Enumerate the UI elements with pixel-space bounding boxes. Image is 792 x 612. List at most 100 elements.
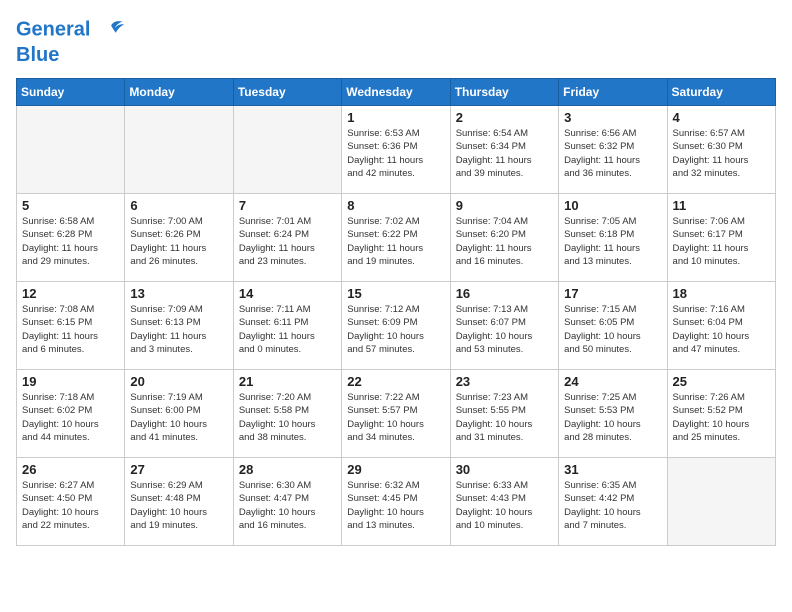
calendar-cell: 12Sunrise: 7:08 AM Sunset: 6:15 PM Dayli… bbox=[17, 282, 125, 370]
day-info: Sunrise: 7:06 AM Sunset: 6:17 PM Dayligh… bbox=[673, 215, 770, 268]
day-info: Sunrise: 6:33 AM Sunset: 4:43 PM Dayligh… bbox=[456, 479, 553, 532]
header-sunday: Sunday bbox=[17, 79, 125, 106]
calendar-cell: 20 Sunrise: 7:19 AM Sunset: 6:00 PM Dayli… bbox=[125, 370, 233, 458]
logo: General Blue bbox=[16, 16, 126, 66]
calendar-cell: 4 Sunrise: 6:57 AM Sunset: 6:30 PM Daylig… bbox=[667, 106, 775, 194]
logo-general: General bbox=[16, 18, 90, 40]
calendar-cell: 18 Sunrise: 7:16 AM Sunset: 6:04 PM Dayli… bbox=[667, 282, 775, 370]
logo-bird-icon bbox=[98, 16, 126, 44]
day-info: Sunrise: 6:32 AM Sunset: 4:45 PM Dayligh… bbox=[347, 479, 444, 532]
day-info: Sunrise: 7:26 AM Sunset: 5:52 PM Dayligh… bbox=[673, 391, 770, 444]
day-info: Sunrise: 7:02 AM Sunset: 6:22 PM Dayligh… bbox=[347, 215, 444, 268]
day-number: 19 bbox=[22, 374, 119, 389]
day-info: Sunrise: 6:27 AM Sunset: 4:50 PM Dayligh… bbox=[22, 479, 119, 532]
day-info: Sunrise: 6:58 AM Sunset: 6:28 PM Dayligh… bbox=[22, 215, 119, 268]
day-number: 14 bbox=[239, 286, 336, 301]
day-number: 23 bbox=[456, 374, 553, 389]
calendar-cell: 10 Sunrise: 7:05 AM Sunset: 6:18 PM Dayli… bbox=[559, 194, 667, 282]
day-number: 24 bbox=[564, 374, 661, 389]
calendar-cell: 17 Sunrise: 7:15 AM Sunset: 6:05 PM Dayli… bbox=[559, 282, 667, 370]
calendar-cell: 1 Sunrise: 6:53 AM Sunset: 6:36 PM Daylig… bbox=[342, 106, 450, 194]
day-number: 31 bbox=[564, 462, 661, 477]
day-number: 7 bbox=[239, 198, 336, 213]
week-row-2: 5 Sunrise: 6:58 AM Sunset: 6:28 PM Daylig… bbox=[17, 194, 776, 282]
day-info: Sunrise: 7:12 AM Sunset: 6:09 PM Dayligh… bbox=[347, 303, 444, 356]
day-number: 20 bbox=[130, 374, 227, 389]
calendar-cell bbox=[667, 458, 775, 546]
day-number: 15 bbox=[347, 286, 444, 301]
logo-blue: Blue bbox=[16, 44, 126, 66]
calendar-cell: 11Sunrise: 7:06 AM Sunset: 6:17 PM Dayli… bbox=[667, 194, 775, 282]
day-number: 6 bbox=[130, 198, 227, 213]
calendar-cell: 21 Sunrise: 7:20 AM Sunset: 5:58 PM Dayli… bbox=[233, 370, 341, 458]
day-info: Sunrise: 7:16 AM Sunset: 6:04 PM Dayligh… bbox=[673, 303, 770, 356]
day-number: 12 bbox=[22, 286, 119, 301]
day-number: 22 bbox=[347, 374, 444, 389]
day-number: 5 bbox=[22, 198, 119, 213]
day-info: Sunrise: 6:29 AM Sunset: 4:48 PM Dayligh… bbox=[130, 479, 227, 532]
day-number: 21 bbox=[239, 374, 336, 389]
day-info: Sunrise: 7:20 AM Sunset: 5:58 PM Dayligh… bbox=[239, 391, 336, 444]
header-row: SundayMondayTuesdayWednesdayThursdayFrid… bbox=[17, 79, 776, 106]
calendar-cell: 5 Sunrise: 6:58 AM Sunset: 6:28 PM Daylig… bbox=[17, 194, 125, 282]
calendar-cell: 7Sunrise: 7:01 AM Sunset: 6:24 PM Daylig… bbox=[233, 194, 341, 282]
day-info: Sunrise: 7:04 AM Sunset: 6:20 PM Dayligh… bbox=[456, 215, 553, 268]
calendar-cell: 23 Sunrise: 7:23 AM Sunset: 5:55 PM Dayli… bbox=[450, 370, 558, 458]
calendar-cell bbox=[233, 106, 341, 194]
day-info: Sunrise: 7:18 AM Sunset: 6:02 PM Dayligh… bbox=[22, 391, 119, 444]
day-info: Sunrise: 7:09 AM Sunset: 6:13 PM Dayligh… bbox=[130, 303, 227, 356]
day-info: Sunrise: 7:00 AM Sunset: 6:26 PM Dayligh… bbox=[130, 215, 227, 268]
day-info: Sunrise: 7:15 AM Sunset: 6:05 PM Dayligh… bbox=[564, 303, 661, 356]
calendar-cell: 31 Sunrise: 6:35 AM Sunset: 4:42 PM Dayli… bbox=[559, 458, 667, 546]
calendar-cell: 28 Sunrise: 6:30 AM Sunset: 4:47 PM Dayli… bbox=[233, 458, 341, 546]
calendar-cell: 15 Sunrise: 7:12 AM Sunset: 6:09 PM Dayli… bbox=[342, 282, 450, 370]
day-number: 18 bbox=[673, 286, 770, 301]
calendar-cell: 29 Sunrise: 6:32 AM Sunset: 4:45 PM Dayli… bbox=[342, 458, 450, 546]
day-number: 16 bbox=[456, 286, 553, 301]
day-number: 25 bbox=[673, 374, 770, 389]
day-info: Sunrise: 6:54 AM Sunset: 6:34 PM Dayligh… bbox=[456, 127, 553, 180]
calendar-cell: 30 Sunrise: 6:33 AM Sunset: 4:43 PM Dayli… bbox=[450, 458, 558, 546]
day-info: Sunrise: 7:23 AM Sunset: 5:55 PM Dayligh… bbox=[456, 391, 553, 444]
header-wednesday: Wednesday bbox=[342, 79, 450, 106]
day-info: Sunrise: 7:05 AM Sunset: 6:18 PM Dayligh… bbox=[564, 215, 661, 268]
calendar-cell: 27 Sunrise: 6:29 AM Sunset: 4:48 PM Dayli… bbox=[125, 458, 233, 546]
day-number: 3 bbox=[564, 110, 661, 125]
day-number: 9 bbox=[456, 198, 553, 213]
day-info: Sunrise: 6:57 AM Sunset: 6:30 PM Dayligh… bbox=[673, 127, 770, 180]
day-info: Sunrise: 7:22 AM Sunset: 5:57 PM Dayligh… bbox=[347, 391, 444, 444]
day-number: 17 bbox=[564, 286, 661, 301]
week-row-1: 1 Sunrise: 6:53 AM Sunset: 6:36 PM Daylig… bbox=[17, 106, 776, 194]
day-number: 10 bbox=[564, 198, 661, 213]
calendar-cell bbox=[17, 106, 125, 194]
week-row-5: 26Sunrise: 6:27 AM Sunset: 4:50 PM Dayli… bbox=[17, 458, 776, 546]
day-number: 28 bbox=[239, 462, 336, 477]
calendar-cell: 6 Sunrise: 7:00 AM Sunset: 6:26 PM Daylig… bbox=[125, 194, 233, 282]
day-number: 8 bbox=[347, 198, 444, 213]
day-number: 27 bbox=[130, 462, 227, 477]
calendar-cell: 19 Sunrise: 7:18 AM Sunset: 6:02 PM Dayli… bbox=[17, 370, 125, 458]
day-info: Sunrise: 6:53 AM Sunset: 6:36 PM Dayligh… bbox=[347, 127, 444, 180]
calendar-cell: 24Sunrise: 7:25 AM Sunset: 5:53 PM Dayli… bbox=[559, 370, 667, 458]
header-tuesday: Tuesday bbox=[233, 79, 341, 106]
calendar-cell: 8 Sunrise: 7:02 AM Sunset: 6:22 PM Daylig… bbox=[342, 194, 450, 282]
day-info: Sunrise: 6:30 AM Sunset: 4:47 PM Dayligh… bbox=[239, 479, 336, 532]
day-number: 29 bbox=[347, 462, 444, 477]
day-info: Sunrise: 6:35 AM Sunset: 4:42 PM Dayligh… bbox=[564, 479, 661, 532]
day-number: 30 bbox=[456, 462, 553, 477]
day-number: 4 bbox=[673, 110, 770, 125]
header-saturday: Saturday bbox=[667, 79, 775, 106]
calendar-cell: 22 Sunrise: 7:22 AM Sunset: 5:57 PM Dayli… bbox=[342, 370, 450, 458]
calendar-table: SundayMondayTuesdayWednesdayThursdayFrid… bbox=[16, 78, 776, 546]
calendar-cell: 13Sunrise: 7:09 AM Sunset: 6:13 PM Dayli… bbox=[125, 282, 233, 370]
day-number: 1 bbox=[347, 110, 444, 125]
calendar-cell: 9 Sunrise: 7:04 AM Sunset: 6:20 PM Daylig… bbox=[450, 194, 558, 282]
calendar-cell: 25 Sunrise: 7:26 AM Sunset: 5:52 PM Dayli… bbox=[667, 370, 775, 458]
header-friday: Friday bbox=[559, 79, 667, 106]
calendar-cell: 3Sunrise: 6:56 AM Sunset: 6:32 PM Daylig… bbox=[559, 106, 667, 194]
week-row-4: 19 Sunrise: 7:18 AM Sunset: 6:02 PM Dayli… bbox=[17, 370, 776, 458]
calendar-cell: 26Sunrise: 6:27 AM Sunset: 4:50 PM Dayli… bbox=[17, 458, 125, 546]
page-header: General Blue bbox=[16, 16, 776, 66]
week-row-3: 12Sunrise: 7:08 AM Sunset: 6:15 PM Dayli… bbox=[17, 282, 776, 370]
day-info: Sunrise: 7:19 AM Sunset: 6:00 PM Dayligh… bbox=[130, 391, 227, 444]
